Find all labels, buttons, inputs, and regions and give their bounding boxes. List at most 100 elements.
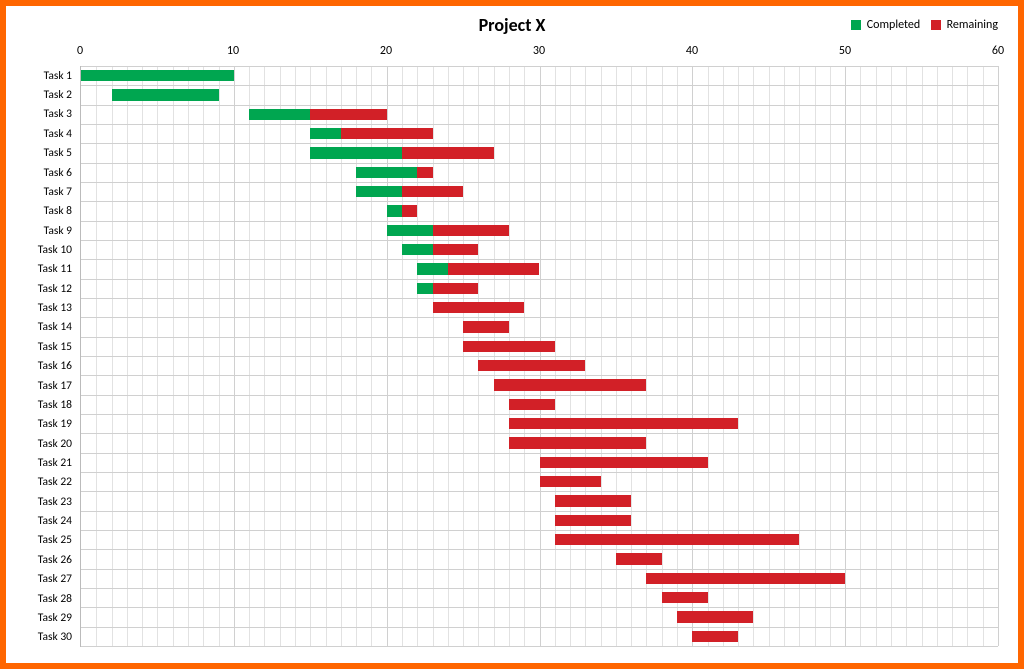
y-tick-label: Task 26: [38, 553, 72, 567]
task-row: [81, 569, 998, 588]
y-tick-label: Task 1: [44, 69, 72, 83]
y-tick-label: Task 18: [38, 398, 72, 412]
task-row: [81, 414, 998, 433]
y-tick-label: Task 23: [38, 495, 72, 509]
x-tick-label: 30: [533, 44, 545, 58]
task-row: [81, 588, 998, 607]
bar-remaining: [616, 553, 662, 565]
task-row: [81, 201, 998, 220]
y-tick-label: Task 6: [44, 166, 72, 180]
bar-remaining: [540, 457, 708, 469]
gridline-v: [998, 66, 999, 646]
bar-remaining: [494, 379, 647, 391]
y-tick-label: Task 27: [38, 572, 72, 586]
bar-remaining: [433, 225, 509, 237]
bar-completed: [417, 283, 432, 295]
gridline-h: [81, 646, 998, 647]
legend-label-remaining: Remaining: [947, 18, 998, 32]
task-row: [81, 317, 998, 336]
y-axis-labels: Task 1Task 2Task 3Task 4Task 5Task 6Task…: [18, 66, 76, 647]
task-row: [81, 356, 998, 375]
x-tick-label: 40: [686, 44, 698, 58]
bar-completed: [112, 89, 219, 101]
bar-remaining: [463, 321, 509, 333]
y-tick-label: Task 12: [38, 282, 72, 296]
task-row: [81, 240, 998, 259]
bar-remaining: [540, 476, 601, 488]
task-row: [81, 607, 998, 626]
x-tick-label: 50: [839, 44, 851, 58]
bar-remaining: [433, 283, 479, 295]
chart-area: Project X Completed Remaining 0102030405…: [18, 14, 1006, 655]
plot-area: [80, 66, 998, 647]
bar-remaining: [509, 418, 738, 430]
task-row: [81, 395, 998, 414]
bar-remaining: [692, 631, 738, 643]
task-row: [81, 530, 998, 549]
task-row: [81, 143, 998, 162]
y-tick-label: Task 19: [38, 417, 72, 431]
bar-remaining: [662, 592, 708, 604]
y-tick-label: Task 21: [38, 456, 72, 470]
bar-remaining: [478, 360, 585, 372]
y-tick-label: Task 25: [38, 533, 72, 547]
task-row: [81, 375, 998, 394]
bar-completed: [402, 244, 433, 256]
task-row: [81, 472, 998, 491]
bar-completed: [356, 167, 417, 179]
bar-remaining: [463, 341, 555, 353]
x-tick-label: 20: [380, 44, 392, 58]
bar-completed: [310, 147, 402, 159]
task-row: [81, 433, 998, 452]
bar-remaining: [509, 399, 555, 411]
legend-item-remaining: Remaining: [931, 18, 998, 32]
legend-label-completed: Completed: [867, 18, 920, 32]
task-row: [81, 259, 998, 278]
task-row: [81, 453, 998, 472]
legend-item-completed: Completed: [851, 18, 920, 32]
y-tick-label: Task 24: [38, 514, 72, 528]
y-tick-label: Task 22: [38, 475, 72, 489]
bar-completed: [356, 186, 402, 198]
bar-completed: [310, 128, 341, 140]
y-tick-label: Task 8: [44, 204, 72, 218]
task-row: [81, 182, 998, 201]
y-tick-label: Task 20: [38, 437, 72, 451]
legend-swatch-remaining: [931, 20, 941, 30]
task-row: [81, 511, 998, 530]
task-row: [81, 124, 998, 143]
task-row: [81, 105, 998, 124]
bar-completed: [249, 109, 310, 121]
y-tick-label: Task 15: [38, 340, 72, 354]
task-row: [81, 627, 998, 646]
x-tick-label: 60: [992, 44, 1004, 58]
bar-completed: [387, 205, 402, 217]
bar-remaining: [341, 128, 433, 140]
task-row: [81, 298, 998, 317]
bar-remaining: [402, 186, 463, 198]
legend: Completed Remaining: [843, 18, 998, 32]
bar-remaining: [555, 515, 631, 527]
bar-remaining: [555, 534, 800, 546]
task-row: [81, 279, 998, 298]
y-tick-label: Task 16: [38, 359, 72, 373]
bar-remaining: [310, 109, 386, 121]
x-axis: 0102030405060: [80, 44, 998, 64]
y-tick-label: Task 14: [38, 320, 72, 334]
bar-remaining: [646, 573, 845, 585]
x-tick-label: 0: [77, 44, 83, 58]
bar-completed: [387, 225, 433, 237]
task-row: [81, 163, 998, 182]
y-tick-label: Task 5: [44, 146, 72, 160]
task-row: [81, 337, 998, 356]
legend-swatch-completed: [851, 20, 861, 30]
bar-remaining: [433, 302, 525, 314]
y-tick-label: Task 10: [38, 243, 72, 257]
y-tick-label: Task 3: [44, 107, 72, 121]
y-tick-label: Task 9: [44, 224, 72, 238]
task-row: [81, 491, 998, 510]
bar-remaining: [433, 244, 479, 256]
y-tick-label: Task 13: [38, 301, 72, 315]
bar-remaining: [555, 495, 631, 507]
bar-remaining: [509, 437, 647, 449]
